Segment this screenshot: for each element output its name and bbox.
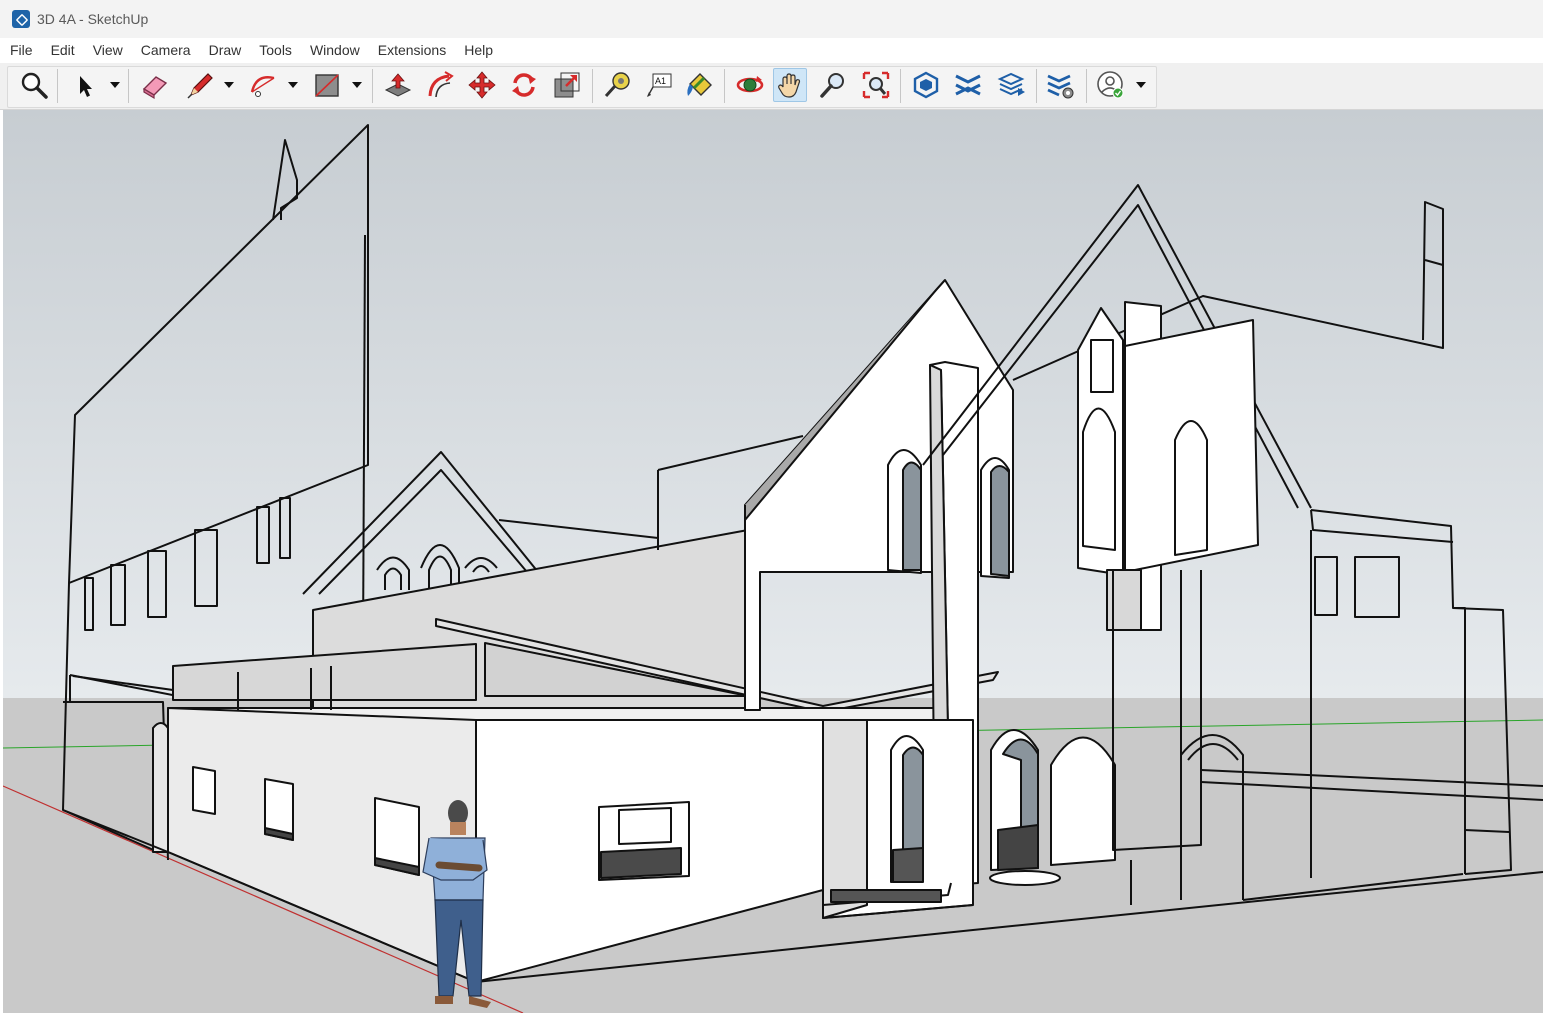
orbit-icon [736, 76, 764, 93]
user-account-icon [1097, 71, 1124, 99]
title-bar: 3D 4A - SketchUp [0, 0, 1543, 38]
pencil-icon [187, 73, 213, 99]
toolbar-separator [1086, 69, 1087, 103]
rectangle-icon [315, 74, 339, 97]
scale-tool-button[interactable] [550, 68, 584, 102]
push-pull-tool-button[interactable] [381, 68, 415, 102]
layout-tool-button[interactable] [995, 68, 1029, 102]
offset-tool-button[interactable] [423, 68, 457, 102]
menu-help[interactable]: Help [455, 38, 502, 63]
text-icon: A1 [647, 73, 672, 97]
menu-view[interactable]: View [84, 38, 132, 63]
toolbar-separator [128, 69, 129, 103]
sketchup-logo-icon [12, 10, 30, 28]
3d-warehouse-tool-button[interactable] [909, 68, 943, 102]
tape-measure-tool-button[interactable] [600, 68, 634, 102]
search-tool-button[interactable] [17, 68, 51, 102]
toolbar-separator [592, 69, 593, 103]
zoom-extents-icon [862, 71, 890, 99]
model-scene [3, 110, 1543, 1013]
extension-warehouse-icon [955, 74, 981, 96]
zoom-tool-button[interactable] [816, 68, 850, 102]
select-tool-button[interactable] [68, 68, 102, 102]
extension-manager-tool-button[interactable] [1044, 68, 1078, 102]
arc-dropdown-caret[interactable] [288, 82, 298, 88]
offset-icon [428, 71, 454, 98]
toolbar: A1 [0, 63, 1543, 110]
move-icon [468, 71, 496, 99]
move-tool-button[interactable] [465, 68, 499, 102]
menu-bar: File Edit View Camera Draw Tools Window … [0, 38, 1543, 63]
paint-bucket-tool-button[interactable] [682, 68, 716, 102]
extension-manager-icon [1047, 74, 1074, 99]
model-viewport[interactable] [3, 110, 1543, 1013]
tape-measure-icon [604, 72, 630, 98]
menu-window[interactable]: Window [301, 38, 369, 63]
menu-file[interactable]: File [0, 38, 42, 63]
eraser-icon [142, 76, 168, 100]
arc-tool-button[interactable] [246, 68, 280, 102]
scale-icon [554, 72, 580, 98]
toolbar-separator [900, 69, 901, 103]
menu-camera[interactable]: Camera [132, 38, 200, 63]
layout-icon [997, 72, 1025, 96]
rotate-tool-button[interactable] [507, 68, 541, 102]
zoom-icon [820, 73, 844, 98]
toolbar-separator [57, 69, 58, 103]
account-dropdown-caret[interactable] [1136, 82, 1146, 88]
push-pull-icon [384, 73, 412, 97]
text-tool-label: A1 [655, 76, 666, 86]
hand-icon [778, 73, 801, 98]
rectangle-tool-button[interactable] [310, 68, 344, 102]
menu-draw[interactable]: Draw [200, 38, 251, 63]
arrow-cursor-icon [80, 76, 92, 97]
pan-tool-button[interactable] [773, 68, 807, 102]
menu-extensions[interactable]: Extensions [369, 38, 455, 63]
account-tool-button[interactable] [1094, 68, 1128, 102]
menu-edit[interactable]: Edit [42, 38, 84, 63]
zoom-extents-tool-button[interactable] [859, 68, 893, 102]
toolbar-separator [372, 69, 373, 103]
window-title: 3D 4A - SketchUp [37, 11, 149, 27]
orbit-tool-button[interactable] [733, 68, 767, 102]
text-tool-button[interactable]: A1 [642, 68, 676, 102]
pencil-dropdown-caret[interactable] [224, 82, 234, 88]
rectangle-dropdown-caret[interactable] [352, 82, 362, 88]
toolbar-separator [724, 69, 725, 103]
extension-warehouse-tool-button[interactable] [951, 68, 985, 102]
rotate-icon [512, 73, 536, 97]
menu-tools[interactable]: Tools [250, 38, 301, 63]
pencil-tool-button[interactable] [183, 68, 217, 102]
eraser-tool-button[interactable] [138, 68, 172, 102]
magnifier-icon [21, 72, 48, 99]
select-dropdown-caret[interactable] [110, 82, 120, 88]
arc-icon [250, 76, 275, 97]
toolbar-separator [1036, 69, 1037, 103]
paint-bucket-icon [687, 73, 712, 96]
warehouse-icon [913, 71, 939, 99]
